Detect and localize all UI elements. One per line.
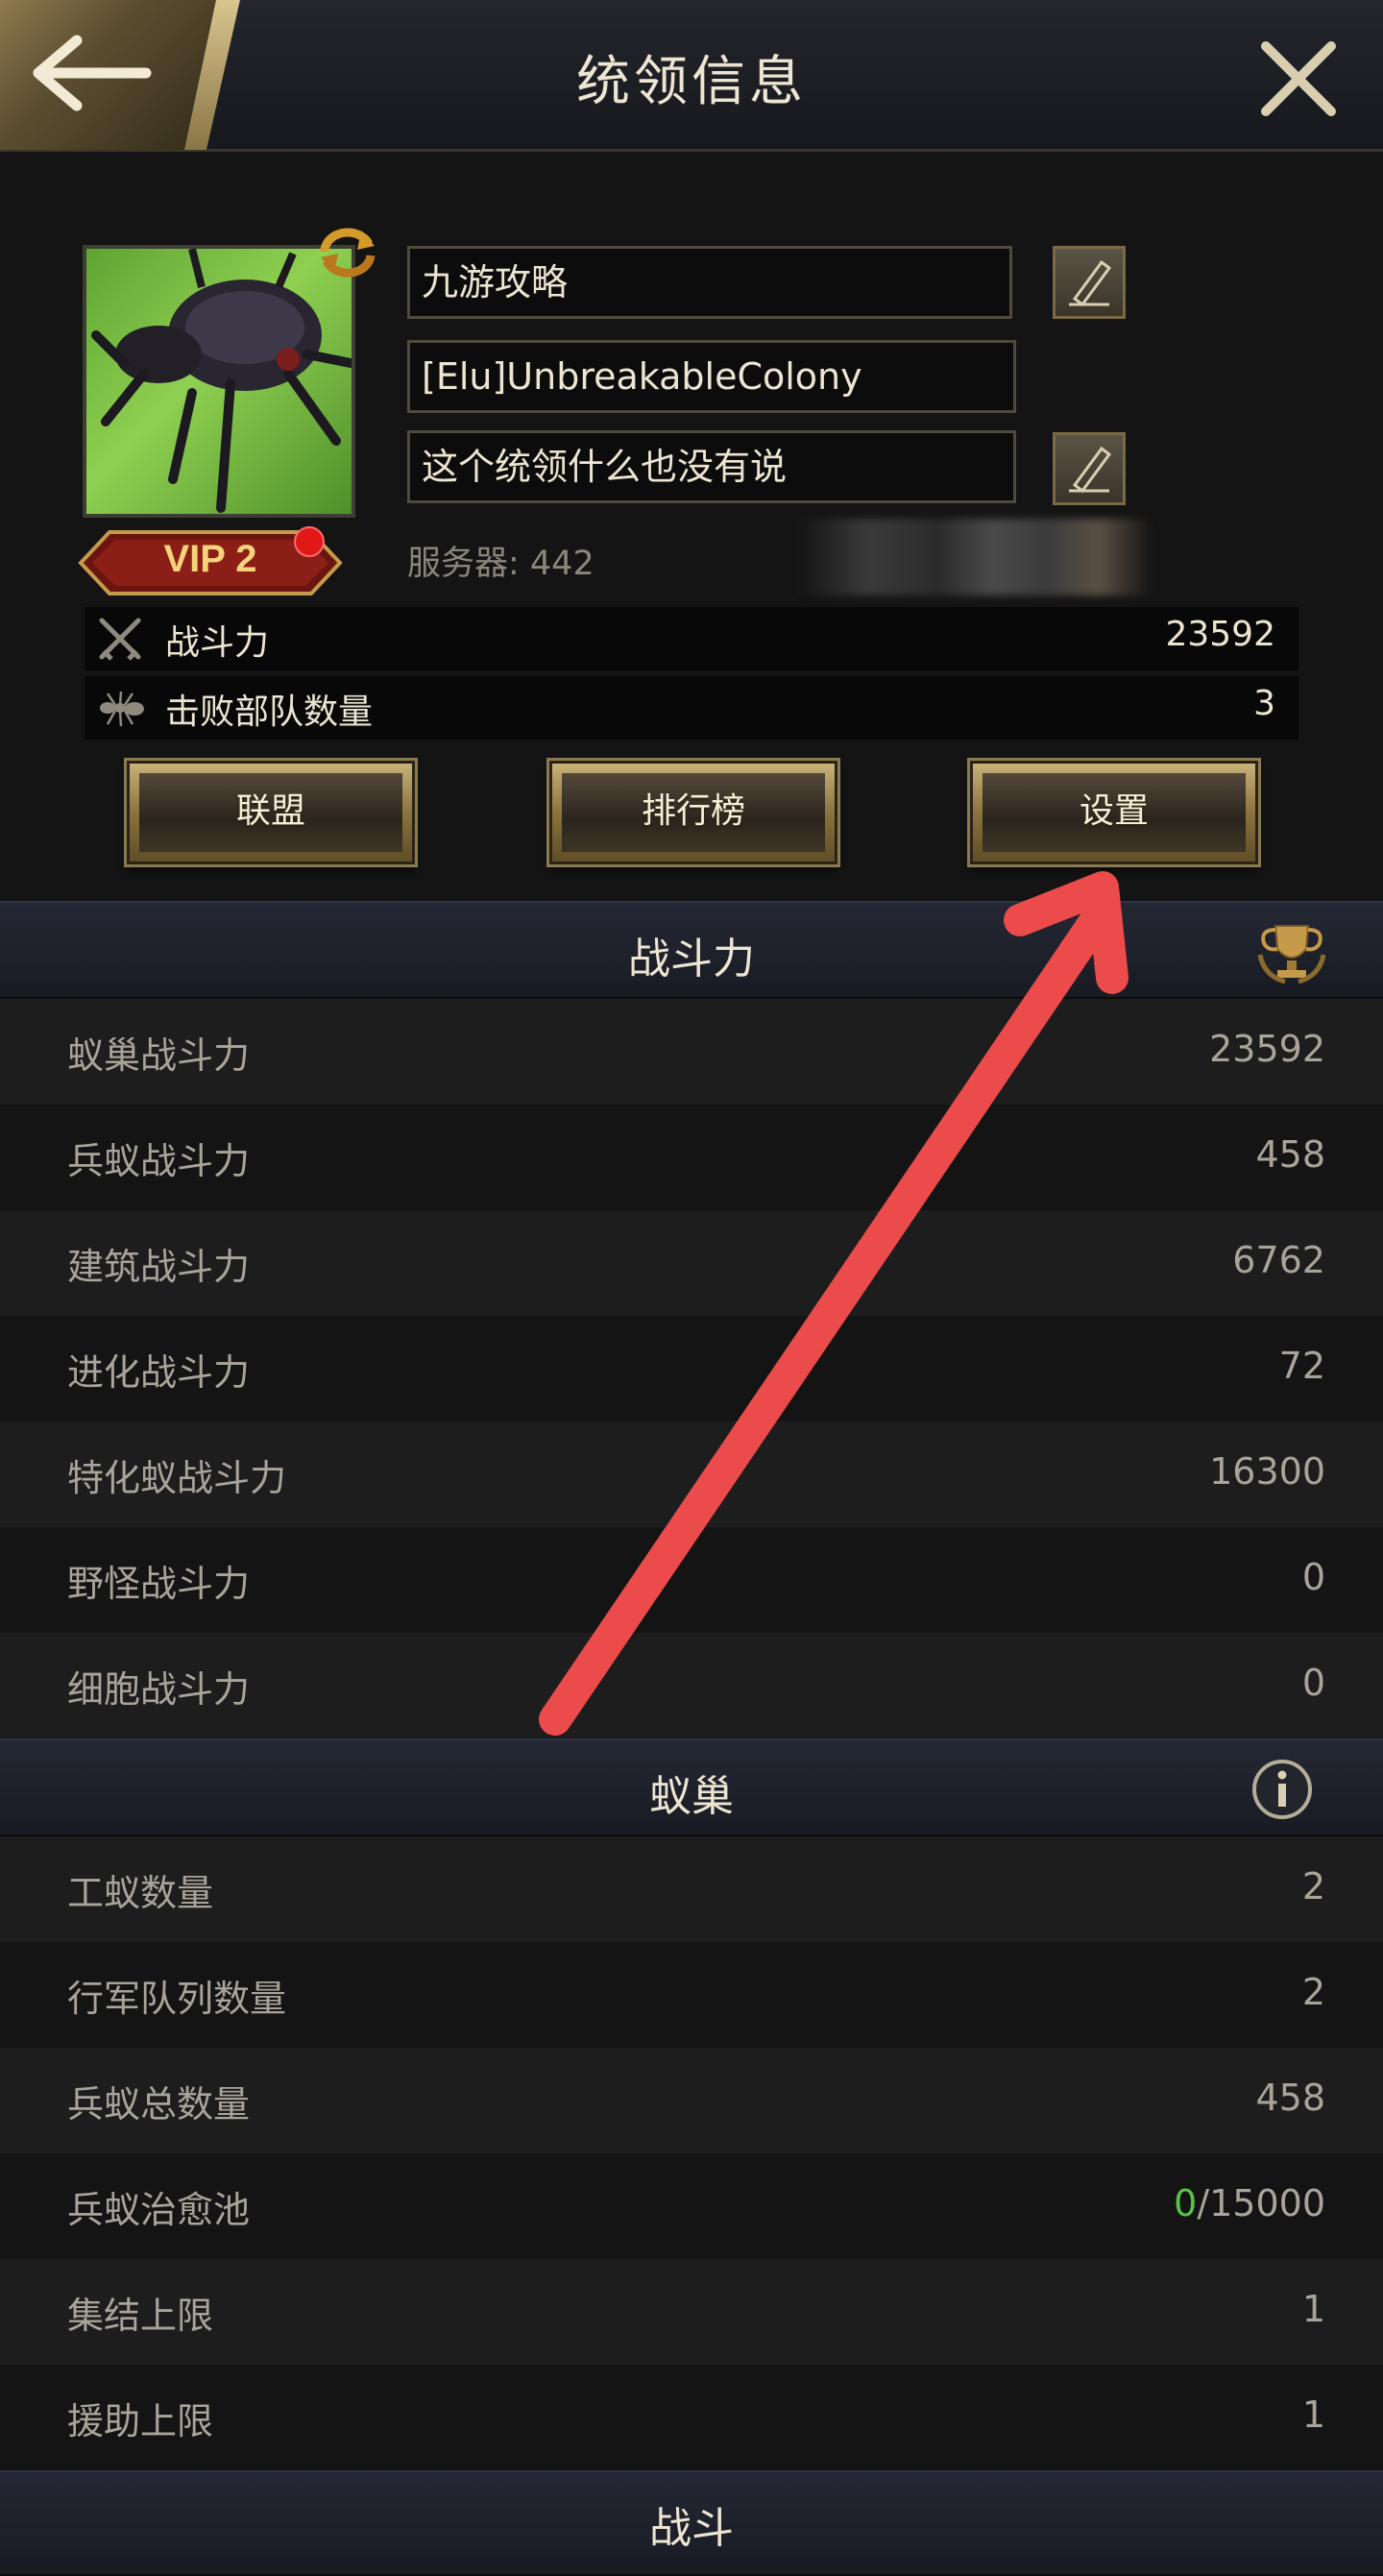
power-row-cell: 细胞战斗力 0: [0, 1633, 1383, 1738]
top-bar: 统领信息: [0, 0, 1383, 152]
kills-stat-row: 击败部队数量 3: [85, 676, 1298, 740]
kills-label: 击败部队数量: [165, 693, 374, 732]
healing-current: 0: [1174, 2182, 1198, 2224]
power-value: 23592: [1165, 615, 1275, 654]
power-row-nest: 蚁巢战斗力 23592: [0, 999, 1383, 1105]
nest-row-soldier-total: 兵蚁总数量 458: [0, 2048, 1383, 2153]
alliance-button[interactable]: 联盟: [127, 761, 415, 864]
page-title: 统领信息: [576, 51, 807, 113]
ant-portrait-image: [91, 249, 352, 513]
battle-section-header: 战斗: [0, 2470, 1383, 2576]
power-section-header: 战斗力: [0, 901, 1383, 999]
settings-button[interactable]: 设置: [970, 761, 1258, 864]
edit-signature-button[interactable]: [1053, 432, 1126, 505]
power-row-monster: 野怪战斗力 0: [0, 1527, 1383, 1633]
power-stat-row: 战斗力 23592: [85, 607, 1298, 670]
server-label: 服务器: 442: [407, 545, 594, 583]
power-row-special-ant: 特化蚁战斗力 16300: [0, 1422, 1383, 1527]
signature-field: 这个统领什么也没有说: [407, 430, 1016, 503]
commander-name-field: 九游攻略: [407, 246, 1012, 319]
nest-row-workers: 工蚁数量 2: [0, 1836, 1383, 1942]
nest-section-header: 蚁巢: [0, 1738, 1383, 1836]
power-row-evolution: 进化战斗力 72: [0, 1316, 1383, 1422]
power-row-soldier: 兵蚁战斗力 458: [0, 1105, 1383, 1210]
alliance-tag-field: [Elu]UnbreakableColony: [407, 340, 1016, 413]
refresh-icon[interactable]: [315, 223, 380, 279]
pen-icon: [1069, 259, 1112, 307]
section-title: 蚁巢: [649, 1772, 734, 1821]
nest-row-assist-limit: 援助上限 1: [0, 2365, 1383, 2470]
blurred-region: [797, 519, 1152, 595]
nest-row-march-queues: 行军队列数量 2: [0, 1942, 1383, 2048]
ranking-button[interactable]: 排行榜: [549, 761, 837, 864]
info-icon[interactable]: [1250, 1758, 1314, 1821]
notification-dot: [294, 526, 325, 557]
crossed-swords-icon: [99, 618, 141, 661]
power-row-building: 建筑战斗力 6762: [0, 1210, 1383, 1316]
healing-capacity: /15000: [1197, 2182, 1325, 2224]
nest-row-healing-pool: 兵蚁治愈池 0/15000: [0, 2153, 1383, 2259]
section-title: 战斗力: [628, 935, 755, 984]
commander-avatar[interactable]: [83, 245, 355, 518]
power-label: 战斗力: [165, 623, 270, 663]
trophy-icon[interactable]: [1254, 916, 1329, 987]
pen-icon: [1069, 446, 1112, 494]
close-icon[interactable]: [1258, 38, 1339, 119]
ant-icon: [100, 691, 144, 727]
nest-row-rally-limit: 集结上限 1: [0, 2259, 1383, 2365]
kills-value: 3: [1253, 684, 1275, 723]
edit-name-button[interactable]: [1053, 246, 1126, 319]
section-title: 战斗: [649, 2504, 734, 2553]
